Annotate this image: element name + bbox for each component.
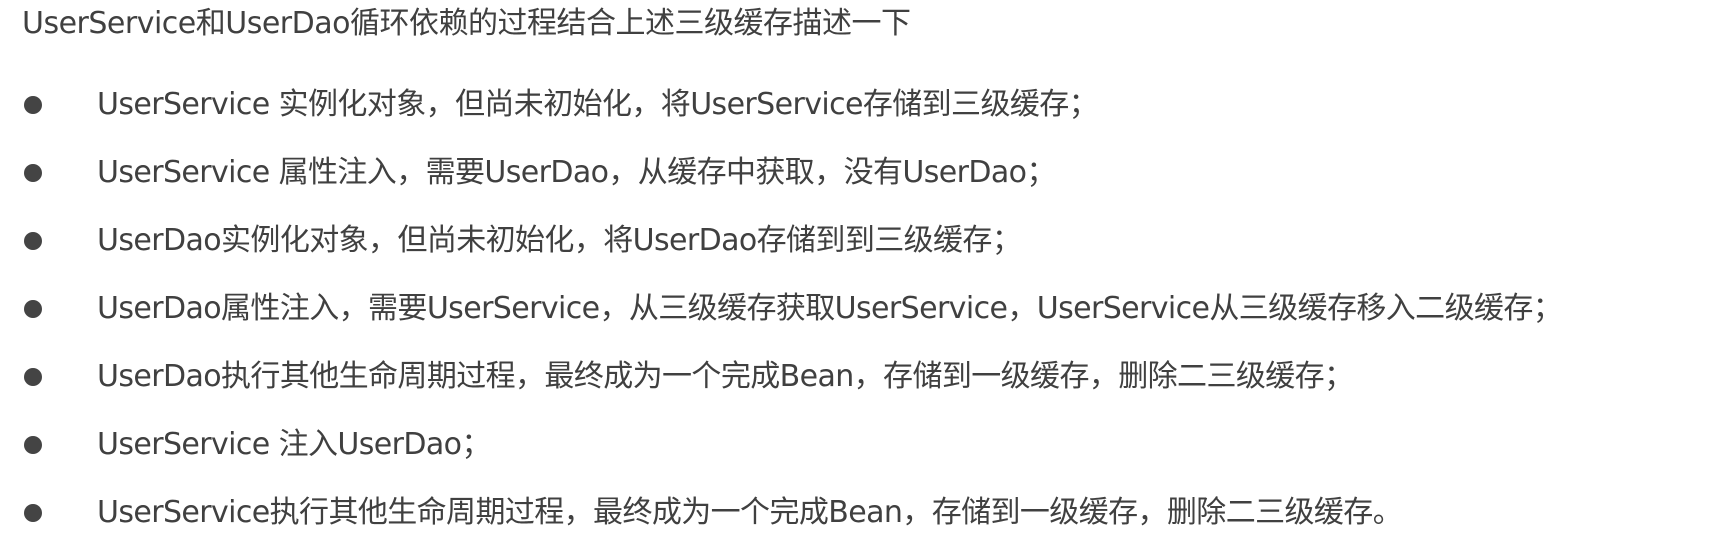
list-item: UserService执行其他生命周期过程，最终成为一个完成Bean，存储到一级… — [22, 479, 1712, 547]
bullet-icon — [24, 164, 42, 182]
list-item: UserService 属性注入，需要UserDao，从缓存中获取，没有User… — [22, 139, 1712, 207]
bullet-icon — [24, 504, 42, 522]
list-item-text: UserDao属性注入，需要UserService，从三级缓存获取UserSer… — [97, 291, 1563, 326]
list-item-text: UserService 实例化对象，但尚未初始化，将UserService存储到… — [97, 87, 1099, 122]
list-item: UserService 实例化对象，但尚未初始化，将UserService存储到… — [22, 71, 1712, 139]
bullet-icon — [24, 96, 42, 114]
bullet-icon — [24, 436, 42, 454]
list-item: UserDao实例化对象，但尚未初始化，将UserDao存储到到三级缓存； — [22, 207, 1712, 275]
list-item-text: UserDao实例化对象，但尚未初始化，将UserDao存储到到三级缓存； — [97, 223, 1022, 258]
list-item-text: UserService 注入UserDao； — [97, 427, 491, 462]
list-item-text: UserDao执行其他生命周期过程，最终成为一个完成Bean，存储到一级缓存，删… — [97, 359, 1354, 394]
list-item: UserService 注入UserDao； — [22, 411, 1712, 479]
list-item-text: UserService执行其他生命周期过程，最终成为一个完成Bean，存储到一级… — [97, 495, 1403, 530]
bullet-icon — [24, 368, 42, 386]
list-item-text: UserService 属性注入，需要UserDao，从缓存中获取，没有User… — [97, 155, 1056, 190]
bullet-icon — [24, 232, 42, 250]
document-page: UserService和UserDao循环依赖的过程结合上述三级缓存描述一下 U… — [0, 0, 1716, 546]
steps-list: UserService 实例化对象，但尚未初始化，将UserService存储到… — [22, 71, 1712, 547]
list-item: UserDao执行其他生命周期过程，最终成为一个完成Bean，存储到一级缓存，删… — [22, 343, 1712, 411]
heading: UserService和UserDao循环依赖的过程结合上述三级缓存描述一下 — [22, 6, 911, 41]
bullet-icon — [24, 300, 42, 318]
list-item: UserDao属性注入，需要UserService，从三级缓存获取UserSer… — [22, 275, 1712, 343]
